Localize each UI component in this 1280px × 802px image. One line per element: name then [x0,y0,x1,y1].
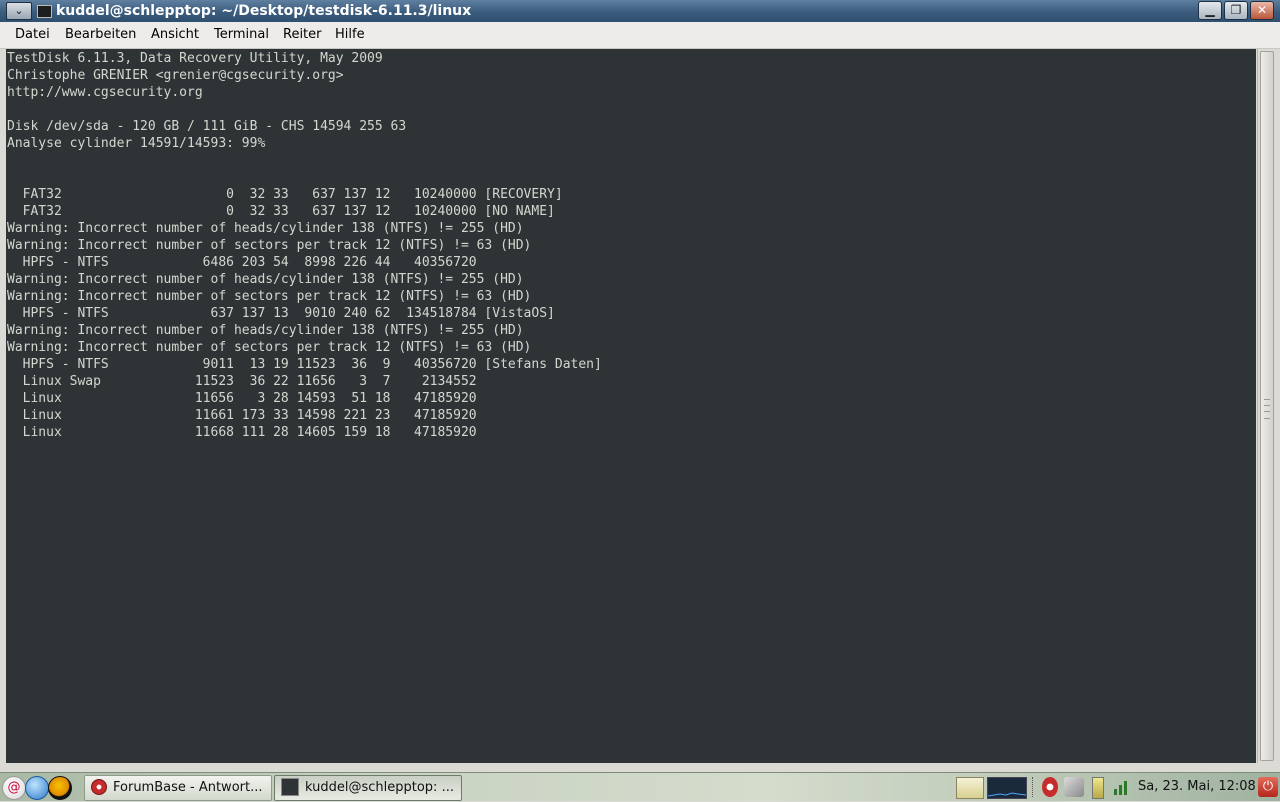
terminal-line: FAT32 0 32 33 637 137 12 10240000 [NO NA… [7,204,555,219]
tray-drive-icon[interactable] [956,777,984,799]
task-label: ForumBase - Antwort... [113,780,263,795]
terminal-line: Linux 11661 173 33 14598 221 23 47185920 [7,408,477,423]
terminal-app-icon [37,5,52,18]
launcher-icon[interactable] [48,776,72,800]
debian-menu-icon[interactable]: @ [2,776,26,800]
terminal-icon [281,777,299,796]
terminal-text: TestDisk 6.11.3, Data Recovery Utility, … [6,49,1256,441]
menu-reiter[interactable]: Reiter [283,27,322,43]
terminal-line: HPFS - NTFS 6486 203 54 8998 226 44 4035… [7,255,477,270]
minimize-button[interactable]: ▁ [1198,1,1222,20]
minimize-icon: ▁ [1205,3,1215,17]
terminal-line: Warning: Incorrect number of sectors per… [7,238,532,253]
menu-datei[interactable]: Datei [15,27,50,43]
window-menu-button[interactable]: ⌄ [6,2,32,20]
grip-icon [1264,399,1270,419]
maximize-button[interactable]: ❐ [1224,1,1248,20]
update-notifier-icon[interactable] [1042,777,1058,797]
power-icon: ⏻ [1262,779,1274,794]
terminal-output[interactable]: TestDisk 6.11.3, Data Recovery Utility, … [6,49,1256,763]
terminal-line: Linux 11656 3 28 14593 51 18 47185920 [7,391,477,406]
terminal-line: FAT32 0 32 33 637 137 12 10240000 [RECOV… [7,187,563,202]
terminal-line: http://www.cgsecurity.org [7,85,203,100]
terminal-line: Warning: Incorrect number of sectors per… [7,340,532,355]
terminal-line: Warning: Incorrect number of sectors per… [7,289,532,304]
battery-icon[interactable] [1092,777,1104,799]
tray-separator [1032,777,1036,797]
taskbar: @ ForumBase - Antwort... kuddel@schleppt… [0,772,1280,801]
terminal-line: TestDisk 6.11.3, Data Recovery Utility, … [7,51,383,66]
chevron-down-icon: ⌄ [14,4,24,17]
window-title: kuddel@schlepptop: ~/Desktop/testdisk-6.… [56,3,472,19]
system-monitor-icon[interactable] [987,777,1027,799]
globe-icon[interactable] [25,776,49,800]
terminal-line: Disk /dev/sda - 120 GB / 111 GiB - CHS 1… [7,119,407,134]
menubar: Datei Bearbeiten Ansicht Terminal Reiter… [0,22,1280,49]
wireless-signal-icon[interactable] [1112,777,1132,797]
clock[interactable]: Sa, 23. Mai, 12:08 [1138,777,1256,797]
window-bottom-border [0,763,1280,772]
close-icon: ✕ [1256,3,1268,17]
task-terminal[interactable]: kuddel@schlepptop: ... [274,775,462,801]
task-label: kuddel@schlepptop: ... [305,780,454,795]
cpu-graph-icon [987,792,1027,797]
menu-bearbeiten[interactable]: Bearbeiten [65,27,136,43]
terminal-line: Warning: Incorrect number of heads/cylin… [7,272,524,287]
terminal-line: Christophe GRENIER <grenier@cgsecurity.o… [7,68,344,83]
menu-terminal[interactable]: Terminal [214,27,269,43]
browser-icon [91,778,107,795]
terminal-line: Warning: Incorrect number of heads/cylin… [7,221,524,236]
terminal-scrollbar[interactable] [1257,49,1275,763]
menu-hilfe[interactable]: Hilfe [335,27,365,43]
maximize-icon: ❐ [1230,3,1242,17]
terminal-line: HPFS - NTFS 637 137 13 9010 240 62 13451… [7,306,555,321]
shutdown-button[interactable]: ⏻ [1258,777,1278,797]
window-titlebar[interactable]: ⌄ kuddel@schlepptop: ~/Desktop/testdisk-… [0,0,1280,23]
close-button[interactable]: ✕ [1250,1,1274,20]
terminal-line: Linux Swap 11523 36 22 11656 3 7 2134552 [7,374,477,389]
terminal-line: Warning: Incorrect number of heads/cylin… [7,323,524,338]
terminal-line: Linux 11668 111 28 14605 159 18 47185920 [7,425,477,440]
terminal-line: Analyse cylinder 14591/14593: 99% [7,136,266,151]
menu-ansicht[interactable]: Ansicht [151,27,199,43]
task-forumbase[interactable]: ForumBase - Antwort... [84,775,272,801]
scrollbar-thumb[interactable] [1260,51,1274,761]
network-icon[interactable] [1064,777,1084,797]
terminal-line: HPFS - NTFS 9011 13 19 11523 36 9 403567… [7,357,602,372]
